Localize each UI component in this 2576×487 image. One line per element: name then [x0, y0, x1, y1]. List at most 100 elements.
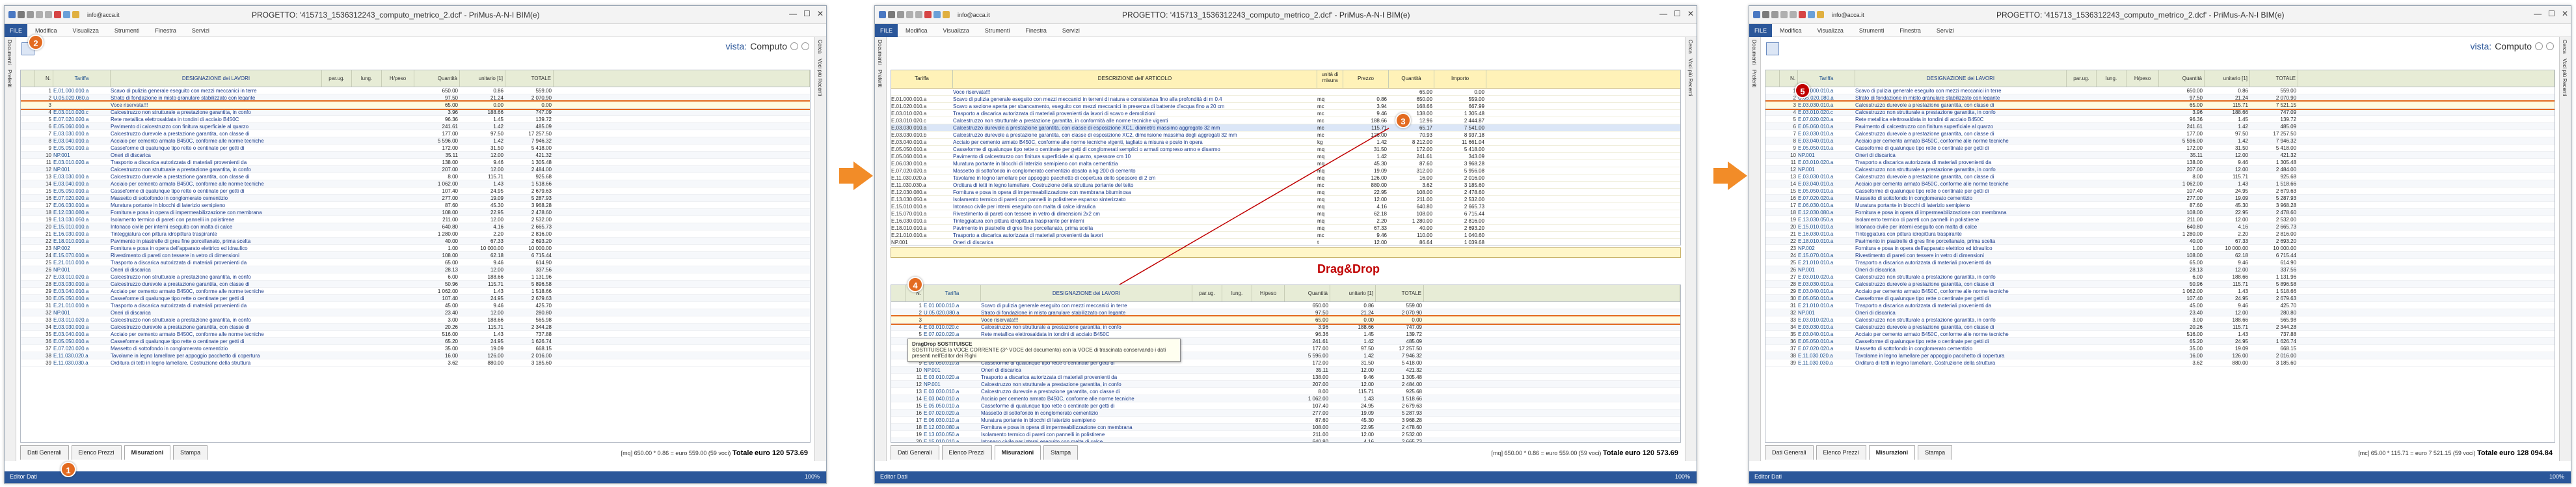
row-marker[interactable]: [21, 223, 35, 230]
row-marker[interactable]: [21, 352, 35, 359]
cell-designazione[interactable]: Casseforme di qualunque tipo rette o cen…: [111, 145, 322, 151]
cell-hpeso[interactable]: [382, 87, 414, 94]
cell-tariffa[interactable]: E.05.050.010.a: [53, 188, 111, 194]
menu-visualizza[interactable]: Visualizza: [65, 27, 107, 34]
cell-hpeso[interactable]: [1252, 417, 1285, 423]
cell-par[interactable]: [322, 273, 352, 280]
cell-par[interactable]: [1192, 374, 1222, 380]
cell-quantita[interactable]: 5 596.00: [414, 137, 460, 144]
cell-descrizione[interactable]: Acciaio per cemento armato B450C, confor…: [953, 139, 1317, 145]
cell-hpeso[interactable]: [382, 331, 414, 337]
cell-hpeso[interactable]: [382, 309, 414, 316]
row-marker[interactable]: [1765, 359, 1780, 366]
cell-lung[interactable]: [2097, 102, 2127, 108]
table-row[interactable]: 1E.01.000.010.aScavo di pulizia generale…: [1765, 87, 2555, 94]
cell-hpeso[interactable]: [2127, 102, 2159, 108]
table-row[interactable]: 38 E.11.030.020.a Tavolame in legno lamell…: [21, 352, 810, 359]
cell-tariffa[interactable]: NP.001: [1798, 152, 1855, 158]
cell-quantita[interactable]: 640.80: [2159, 223, 2205, 230]
cell-tariffa[interactable]: E.03.010.020.a: [1798, 316, 1855, 323]
cell-tariffa[interactable]: E.13.030.050.a: [53, 216, 111, 223]
row-marker[interactable]: [21, 188, 35, 194]
row-marker[interactable]: [891, 381, 906, 387]
tab-misurazioni[interactable]: Misurazioni: [994, 445, 1041, 460]
row-marker[interactable]: [1765, 202, 1780, 208]
cell-par[interactable]: [2067, 202, 2097, 208]
elenco-row[interactable]: E.05.060.010.a Pavimento di calcestruzzo …: [891, 153, 1680, 160]
cell-hpeso[interactable]: [382, 324, 414, 330]
cell-hpeso[interactable]: [382, 195, 414, 201]
table-row[interactable]: 10 NP.001 Oneri di discarica 35.11 12.00 421.…: [891, 367, 1680, 374]
cell-designazione[interactable]: Trasporto a discarica autorizzata di mat…: [1855, 159, 2067, 165]
cell-quantita[interactable]: 28.13: [2159, 266, 2205, 273]
cell-designazione[interactable]: Trasporto a discarica autorizzata di mat…: [1855, 302, 2067, 309]
menu-modifica[interactable]: Modifica: [27, 27, 65, 34]
row-marker[interactable]: [1765, 345, 1780, 352]
cell-hpeso[interactable]: [2127, 352, 2159, 359]
cell-par[interactable]: [322, 288, 352, 294]
table-row[interactable]: 36 E.05.050.010.a Casseforme di qualunque …: [21, 338, 810, 345]
cell-par[interactable]: [2067, 295, 2097, 301]
cell-lung[interactable]: [2097, 345, 2127, 352]
cell-tariffa[interactable]: E.15.010.010.a: [1798, 223, 1855, 230]
row-marker[interactable]: [891, 438, 906, 442]
cell-par[interactable]: [322, 130, 352, 137]
cell-par[interactable]: [322, 302, 352, 309]
row-marker[interactable]: [21, 87, 35, 94]
user-account[interactable]: info@acca.it: [958, 12, 990, 18]
cell-par[interactable]: [1192, 359, 1222, 366]
cell-hpeso[interactable]: [382, 188, 414, 194]
cell-quantita[interactable]: 45.00: [414, 302, 460, 309]
cell-lung[interactable]: [1222, 367, 1252, 373]
cell-quantita[interactable]: 107.40: [414, 188, 460, 194]
settings-icon[interactable]: [801, 42, 809, 50]
cell-hpeso[interactable]: [1252, 302, 1285, 309]
paste-icon[interactable]: [1817, 11, 1824, 18]
book-icon[interactable]: [1766, 42, 1779, 55]
cell-hpeso[interactable]: [2127, 245, 2159, 251]
table-row[interactable]: 18 E.12.030.080.a Fornitura e posa in oper…: [1765, 209, 2555, 216]
cell-quantita[interactable]: 207.00: [1285, 381, 1330, 387]
cell-designazione[interactable]: Trasporto a discarica autorizzata di mat…: [981, 374, 1192, 380]
cell-par[interactable]: [2067, 359, 2097, 366]
copy-icon[interactable]: [1808, 11, 1815, 18]
cell-lung[interactable]: [352, 223, 382, 230]
cell-descrizione[interactable]: Oneri di discarica: [953, 239, 1317, 245]
cell-tariffa[interactable]: NP.001: [1798, 166, 1855, 173]
cell-quantita[interactable]: 172.00: [1285, 359, 1330, 366]
cell-hpeso[interactable]: [1252, 402, 1285, 409]
row-marker[interactable]: [21, 152, 35, 158]
cell-lung[interactable]: [352, 245, 382, 251]
cell-par[interactable]: [322, 152, 352, 158]
row-marker[interactable]: [21, 281, 35, 287]
table-row[interactable]: 39 E.11.030.030.a Orditura di tetti in leg…: [21, 359, 810, 367]
cell-quantita[interactable]: 96.36: [414, 116, 460, 122]
row-marker[interactable]: [1765, 259, 1780, 266]
cell-tariffa[interactable]: E.05.050.010.a: [924, 402, 981, 409]
cell-tariffa[interactable]: E.03.010.020.c: [1798, 109, 1855, 115]
table-row[interactable]: 34 E.03.030.010.a Calcestruzzo durevole a …: [21, 324, 810, 331]
cell-descrizione[interactable]: Fornitura e posa in opera di impermeabil…: [953, 189, 1317, 195]
cell-lung[interactable]: [352, 188, 382, 194]
cell-par[interactable]: [322, 230, 352, 237]
row-marker[interactable]: [1765, 159, 1780, 165]
cell-par[interactable]: [2067, 252, 2097, 258]
cell-lung[interactable]: [352, 152, 382, 158]
cell-lung[interactable]: [352, 137, 382, 144]
table-row[interactable]: 2 U.05.020.080.a Strato di fondazione in m…: [891, 309, 1680, 316]
table-row[interactable]: 21 E.16.030.010.a Tinteggiatura con pittur…: [1765, 230, 2555, 238]
cell-hpeso[interactable]: [2127, 238, 2159, 244]
cell-designazione[interactable]: Massetto di sottofondo in conglomerato c…: [111, 195, 322, 201]
cell-hpeso[interactable]: [382, 116, 414, 122]
table-row[interactable]: 22 E.18.010.010.a Pavimento in piastrelle …: [21, 238, 810, 245]
cell-tariffa[interactable]: E.16.030.010.a: [53, 230, 111, 237]
vista-selector[interactable]: vista: Computo: [726, 41, 809, 51]
cell-lung[interactable]: [2097, 209, 2127, 216]
cell-lung[interactable]: [352, 116, 382, 122]
row-marker[interactable]: [21, 324, 35, 330]
menu-servizi[interactable]: Servizi: [1929, 27, 1962, 34]
cell-par[interactable]: [2067, 238, 2097, 244]
cell-descrizione[interactable]: Scavo di pulizia generale eseguito con m…: [953, 96, 1317, 102]
cell-quantita[interactable]: 8.00: [414, 173, 460, 180]
cell-hpeso[interactable]: [1252, 352, 1285, 359]
